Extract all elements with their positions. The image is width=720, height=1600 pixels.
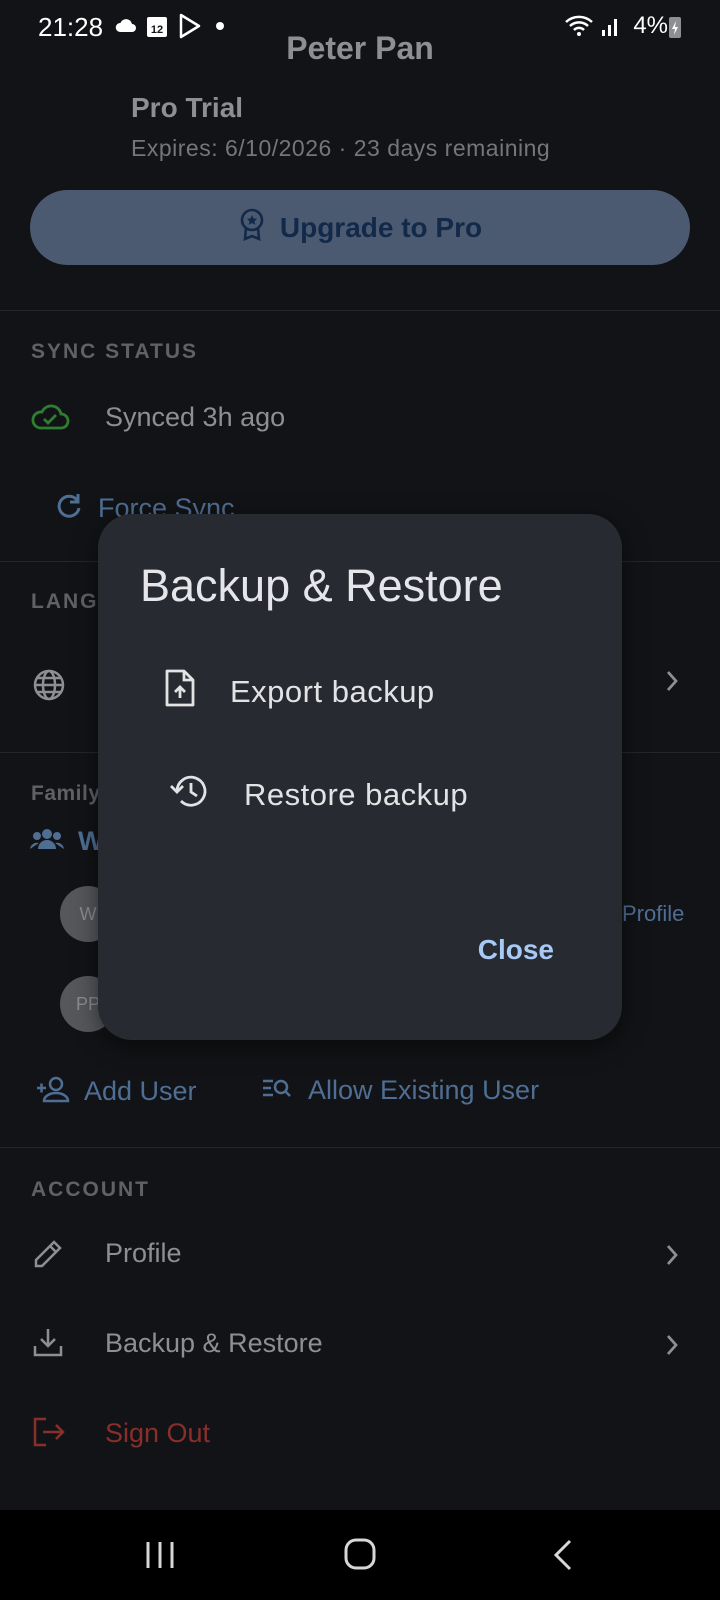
back-icon[interactable] <box>552 1538 574 1577</box>
account-backup-row[interactable]: Backup & Restore <box>0 1310 720 1380</box>
backup-restore-dialog: Backup & Restore Export backup Restore b… <box>98 514 622 1040</box>
restore-backup-option[interactable]: Restore backup <box>170 772 468 818</box>
sync-status-text: Synced 3h ago <box>105 402 286 432</box>
profile-link[interactable]: Profile <box>622 901 684 927</box>
sign-out-row[interactable]: Sign Out <box>0 1400 720 1470</box>
cloud-done-icon <box>30 402 70 437</box>
profile-name: Peter Pan <box>286 30 434 66</box>
divider <box>0 310 720 311</box>
sign-out-label: Sign Out <box>105 1418 211 1448</box>
download-icon <box>32 1326 64 1363</box>
system-nav-bar <box>0 1510 720 1600</box>
close-button[interactable]: Close <box>478 934 554 966</box>
add-user-label: Add User <box>84 1076 197 1106</box>
edit-icon <box>32 1238 64 1275</box>
refresh-icon <box>54 492 82 525</box>
account-backup-label: Backup & Restore <box>105 1328 323 1358</box>
add-person-icon <box>36 1075 70 1108</box>
upgrade-button[interactable]: Upgrade to Pro <box>30 190 690 265</box>
group-icon <box>30 827 64 856</box>
trial-expiry: Expires: 6/10/2026 · 23 days remaining <box>131 135 551 161</box>
logout-icon <box>32 1416 66 1453</box>
dialog-title: Backup & Restore <box>140 560 503 611</box>
trial-title: Pro Trial <box>131 92 244 123</box>
divider <box>0 1147 720 1148</box>
account-section-label: ACCOUNT <box>31 1178 150 1201</box>
add-user-button[interactable]: Add User <box>36 1075 197 1108</box>
family-group-row[interactable]: W <box>30 826 103 857</box>
file-upload-icon <box>164 668 196 716</box>
home-icon[interactable] <box>343 1537 377 1576</box>
account-profile-label: Profile <box>105 1238 182 1268</box>
recent-apps-icon[interactable] <box>145 1540 175 1575</box>
language-section-label: LANG <box>31 590 99 613</box>
globe-icon <box>32 668 66 707</box>
chevron-right-icon <box>664 1332 680 1363</box>
notification-dot-icon <box>216 22 224 30</box>
account-profile-row[interactable]: Profile <box>0 1220 720 1290</box>
family-section-label: Family <box>31 782 101 805</box>
chevron-right-icon[interactable] <box>664 668 680 702</box>
allow-existing-user-button[interactable]: Allow Existing User <box>262 1075 539 1106</box>
chevron-right-icon <box>664 1242 680 1273</box>
manage-search-icon <box>262 1076 292 1105</box>
award-icon <box>238 207 266 248</box>
restore-backup-label: Restore backup <box>244 777 469 812</box>
history-icon <box>170 772 210 818</box>
upgrade-label: Upgrade to Pro <box>279 211 483 243</box>
export-backup-label: Export backup <box>230 674 435 709</box>
allow-existing-user-label: Allow Existing User <box>308 1075 540 1105</box>
export-backup-option[interactable]: Export backup <box>164 668 435 716</box>
sync-status-section-label: SYNC STATUS <box>31 340 199 363</box>
